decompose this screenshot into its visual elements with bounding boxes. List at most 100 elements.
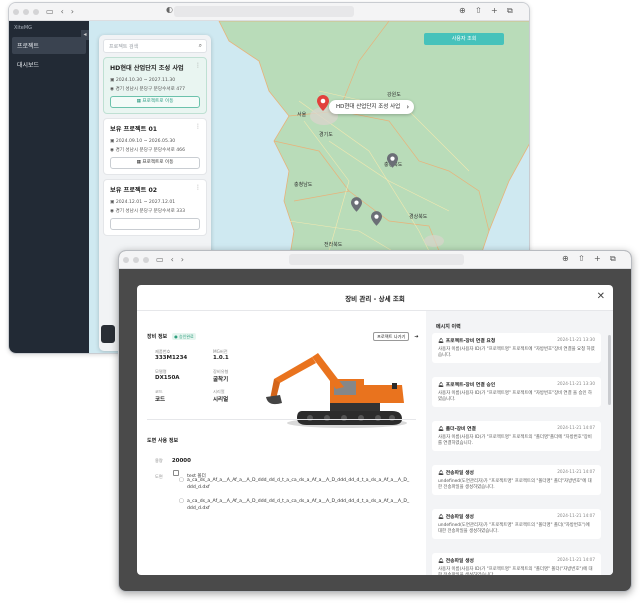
drawing-info-header: 도면 사용 정보 (147, 427, 178, 446)
message-history-panel: 메시지 이력 🔔︎ 프로젝트-장비 연결 요청 2024-11-21 13:30… (426, 311, 613, 575)
file-icon: ▢ (179, 498, 184, 504)
status-badge: ● 승인완료 (172, 333, 196, 340)
user-lookup-button[interactable]: 사용자 조회 (424, 33, 504, 45)
forward-icon[interactable]: › (181, 255, 184, 264)
history-title: 프로젝트-장비 연결 요청 (445, 339, 496, 344)
sidebar-toggle-icon[interactable]: ▭ (46, 7, 54, 16)
project-card[interactable]: ⋮ HD현대 산업단지 조성 사업 ▣ 2024.10.30 ~ 2027.11… (103, 57, 207, 114)
window-dot[interactable] (13, 8, 19, 15)
new-tab-icon[interactable]: + (594, 254, 601, 263)
history-item: 🔔︎ 전송파일 생성 2024-11-21 14:07 undefined(도면… (432, 465, 601, 495)
project-card[interactable]: ⋮ 보유 프로젝트 01 ▣ 2024.09.10 ~ 2026.05.30 ◉… (103, 118, 207, 175)
project-address: 경기 성남시 분당구 분당수서로 477 (115, 87, 186, 92)
drawing-row: 도면 (155, 463, 163, 482)
back-icon[interactable]: ‹ (171, 255, 174, 264)
history-item: 🔔︎ 전송파일 생성 2024-11-21 14:07 undefined(도면… (432, 509, 601, 539)
history-date: 2024-11-21 13:30 (557, 381, 595, 386)
shield-icon: ◐ (166, 5, 173, 14)
front-browser-window: ▭ ‹ › ⊕ ⇧ + ⧉ 장비 관리 - 상세 조회 ✕ 장비 정보 ● 승인… (118, 250, 632, 592)
floating-button[interactable] (101, 325, 115, 343)
back-icon[interactable]: ‹ (61, 7, 64, 16)
history-title: 프로젝트-장비 연결 승인 (445, 383, 496, 388)
sidebar-item-dashboard[interactable]: 대시보드 (12, 56, 86, 73)
equipment-detail-left: 장비 정보 ● 승인완료 프로젝트 나가기 ➔ 제품번호 333M1234 MG버… (137, 311, 426, 575)
new-tab-icon[interactable]: + (491, 6, 498, 15)
sidebar-item-projects[interactable]: 프로젝트 (12, 37, 86, 54)
history-body: 사용자 이름(사용자 ID)가 "프로젝트명" 프로젝트에 "자방번호"장비 연… (438, 391, 592, 402)
project-title: HD현대 산업단지 조성 사업 (110, 65, 184, 72)
download-icon[interactable]: ⊕ (459, 6, 466, 15)
history-date: 2024-11-21 14:07 (557, 557, 595, 562)
history-item: 🔔︎ 전송파일 생성 2024-11-21 14:07 사용자 이름(사용자 I… (432, 553, 601, 575)
share-icon[interactable]: ⇧ (578, 254, 585, 263)
window-dot[interactable] (143, 256, 149, 263)
file-icon: ▢ (179, 477, 184, 483)
go-to-project-button[interactable]: ▦ 프로젝트로 이동 (110, 157, 200, 169)
field-value: DX150A (155, 375, 180, 381)
project-card[interactable]: ⋮ 보유 프로젝트 02 ▣ 2024.12.01 ~ 2027.12.01 ◉… (103, 179, 207, 236)
more-icon[interactable]: ⋮ (195, 123, 201, 130)
map-callout[interactable]: HD현대 산업단지 조성 사업 › (329, 100, 415, 114)
bell-icon: 🔔︎ (438, 515, 445, 520)
window-dot[interactable] (33, 8, 39, 15)
map-label: 전라북도 (324, 242, 343, 248)
history-body: undefined(도면관리자)가 "프로젝트명" 프로젝트의 "폴더명" 폴더… (438, 523, 590, 534)
modal-title: 장비 관리 - 상세 조회 (345, 295, 405, 303)
search-placeholder: 프로젝트 검색 (109, 44, 139, 50)
history-title: 전송파일 생성 (445, 471, 474, 476)
history-item: 🔔︎ 프로젝트-장비 연결 요청 2024-11-21 13:30 사용자 이름… (432, 333, 601, 363)
bell-icon: 🔔︎ (438, 559, 445, 564)
more-icon[interactable]: ⋮ (195, 62, 201, 69)
project-dates: 2024.12.01 ~ 2027.12.01 (115, 200, 176, 205)
folder-checkbox[interactable] (173, 469, 179, 476)
arrow-right-icon: ➔ (414, 334, 419, 340)
file-name: a_ca_ds_a_Af_a__A_Af_a__A_D_ddd_dd_d_t_a… (187, 478, 410, 490)
tabs-icon[interactable]: ⧉ (610, 254, 616, 264)
history-title: 전송파일 생성 (445, 515, 474, 520)
chevron-right-icon: › (406, 103, 410, 111)
window-dot[interactable] (23, 8, 29, 15)
file-item[interactable]: ▢ a_ca_ds_a_Af_a__A_Af_a__A_D_ddd_dd_d_t… (179, 498, 412, 512)
history-title: 폴더-장비 연결 (445, 427, 476, 432)
equipment-info-header: 장비 정보 ● 승인완료 (147, 323, 196, 342)
file-name: a_ca_ds_a_Af_a__A_Af_a__A_D_ddd_dd_d_t_a… (187, 499, 410, 511)
project-search-input[interactable]: 프로젝트 검색 ⌕ (103, 39, 207, 53)
map-label: 서울 (297, 112, 307, 118)
export-project-button[interactable]: 프로젝트 나가기 ➔ (373, 323, 419, 342)
file-item[interactable]: ▢ a_ca_ds_a_Af_a__A_Af_a__A_D_ddd_dd_d_t… (179, 477, 412, 491)
go-to-project-button[interactable] (110, 218, 200, 230)
address-bar[interactable] (174, 6, 354, 17)
field-value: 1.0.1 (213, 355, 229, 361)
field-value: 333M1234 (155, 355, 188, 361)
field-value: 굴착기 (213, 377, 229, 383)
project-dates: 2024.09.10 ~ 2026.05.30 (115, 139, 176, 144)
more-icon[interactable]: ⋮ (195, 184, 201, 191)
history-item: 🔔︎ 프로젝트-장비 연결 승인 2024-11-21 13:30 사용자 이름… (432, 377, 601, 407)
map-label: 강원도 (387, 92, 401, 98)
history-date: 2024-11-21 13:30 (557, 337, 595, 342)
download-icon[interactable]: ⊕ (562, 254, 569, 263)
sidebar-toggle-icon[interactable]: ▭ (156, 255, 164, 264)
button-label: 프로젝트 나가기 (373, 332, 410, 341)
search-icon[interactable]: ⌕ (199, 42, 202, 50)
scrollbar[interactable] (608, 335, 611, 405)
window-dot[interactable] (133, 256, 139, 263)
forward-icon[interactable]: › (71, 7, 74, 16)
field-value: 코드 (155, 397, 166, 403)
button-label: 프로젝트로 이동 (142, 160, 174, 165)
browser-toolbar: ▭ ‹ › ⊕ ⇧ + ⧉ (119, 251, 631, 269)
history-date: 2024-11-21 14:07 (557, 513, 595, 518)
sidebar: XiteMG 프로젝트 대시보드 ◂ (9, 21, 89, 353)
go-to-project-button[interactable]: ▦ 프로젝트로 이동 (110, 96, 200, 108)
address-bar[interactable] (289, 254, 464, 265)
share-icon[interactable]: ⇧ (475, 6, 482, 15)
map-pin-active-icon[interactable] (317, 95, 329, 111)
tabs-icon[interactable]: ⧉ (507, 6, 513, 16)
close-icon[interactable]: ✕ (597, 291, 605, 302)
brand-logo: XiteMG (14, 25, 33, 31)
status-text: 승인완료 (179, 334, 194, 339)
section-title: 장비 정보 (147, 334, 168, 340)
window-dot[interactable] (123, 256, 129, 263)
collapse-icon[interactable]: ◂ (81, 30, 89, 40)
bell-icon: 🔔︎ (438, 339, 445, 344)
